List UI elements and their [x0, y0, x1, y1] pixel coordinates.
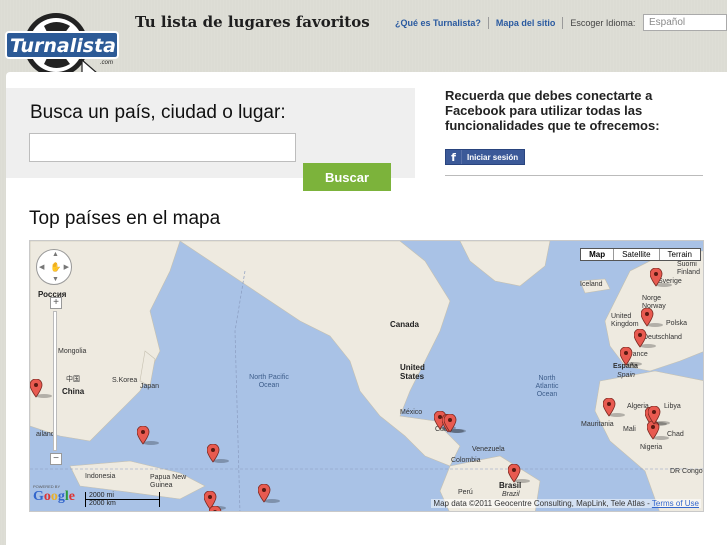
- label-chad: Chad: [667, 431, 684, 438]
- google-logo[interactable]: Google: [33, 489, 75, 505]
- label-brazil: Brazil: [502, 491, 520, 498]
- pan-down-icon: ▼: [52, 276, 59, 283]
- site-map-link[interactable]: Mapa del sitio: [496, 18, 556, 28]
- logo-text: Turnalista: [10, 35, 116, 57]
- zoom-slider[interactable]: [53, 311, 57, 451]
- label-iceland: Iceland: [580, 281, 603, 288]
- top-countries-title: Top países en el mapa: [29, 208, 221, 229]
- map-marker[interactable]: [507, 463, 530, 483]
- turnalista-logo[interactable]: Turnalista .com: [4, 8, 124, 83]
- pan-left-icon: ◀: [39, 264, 45, 271]
- map-marker[interactable]: [633, 328, 656, 348]
- what-is-link[interactable]: ¿Qué es Turnalista?: [395, 18, 481, 28]
- map-marker[interactable]: [640, 307, 663, 327]
- language-label: Escoger Idioma:: [570, 18, 636, 28]
- facebook-login-button[interactable]: f Iniciar sesión: [445, 149, 525, 165]
- facebook-divider: [445, 175, 703, 176]
- nav-divider: [487, 17, 489, 29]
- tagline: Tu lista de lugares favoritos: [135, 13, 370, 31]
- language-select[interactable]: Español: [643, 14, 727, 31]
- map-marker[interactable]: [30, 378, 52, 398]
- scale-kilometers: 2000 km: [85, 500, 160, 507]
- search-button[interactable]: Buscar: [303, 163, 391, 191]
- label-suomi: Suomi Finland: [677, 261, 700, 276]
- map-marker[interactable]: [136, 425, 159, 445]
- label-s-korea: S.Korea: [112, 377, 138, 384]
- pan-control[interactable]: ▲ ▼ ◀ ▶ ✋: [36, 249, 72, 285]
- map-marker[interactable]: [602, 397, 625, 417]
- world-map[interactable]: Canada United States México Cuba China 中…: [29, 240, 704, 512]
- label-mongolia: Mongolia: [58, 348, 87, 355]
- pan-right-icon: ▶: [63, 264, 69, 271]
- map-marker[interactable]: [443, 413, 466, 433]
- label-mauritania: Mauritania: [581, 421, 614, 428]
- label-peru: Perú: [458, 489, 473, 496]
- terms-of-use-link[interactable]: Terms of Use: [652, 499, 699, 508]
- logo-suffix: .com: [100, 60, 114, 66]
- map-marker[interactable]: [619, 346, 642, 366]
- label-united-states: United States: [400, 363, 425, 381]
- label-canada: Canada: [390, 320, 419, 329]
- map-marker[interactable]: [647, 405, 670, 425]
- zoom-in-button[interactable]: +: [50, 297, 62, 309]
- label-papua: Papua New Guinea: [150, 474, 187, 489]
- label-north-pacific: North Pacific Ocean: [249, 374, 289, 389]
- label-venezuela: Venezuela: [472, 446, 505, 453]
- search-title: Busca un país, ciudad o lugar:: [30, 102, 286, 123]
- zoom-control: + −: [50, 297, 62, 467]
- facebook-icon: f: [446, 150, 462, 164]
- top-navigation: ¿Qué es Turnalista? Mapa del sitio Escog…: [395, 17, 635, 29]
- map-marker[interactable]: [206, 443, 229, 463]
- zoom-out-button[interactable]: −: [50, 453, 62, 465]
- label-mali: Mali: [623, 426, 636, 433]
- map-type-terrain[interactable]: Terrain: [658, 249, 700, 260]
- label-china: China: [62, 387, 85, 396]
- pan-up-icon: ▲: [52, 251, 59, 258]
- map-type-satellite[interactable]: Satellite: [613, 249, 658, 260]
- map-type-control: Map Satellite Terrain: [580, 248, 701, 261]
- map-attribution: Map data ©2011 Geocentre Consulting, Map…: [431, 499, 701, 508]
- label-spain: Spain: [617, 372, 635, 379]
- map-navigation-control: ▲ ▼ ◀ ▶ ✋: [36, 249, 72, 285]
- label-china-native: 中国: [66, 376, 80, 383]
- attribution-text: Map data ©2011 Geocentre Consulting, Map…: [433, 499, 650, 508]
- label-north-atlantic: North Atlantic Ocean: [535, 375, 559, 398]
- hand-icon: ✋: [50, 262, 62, 272]
- nav-divider: [562, 17, 564, 29]
- map-scale: 2000 mi 2000 km: [85, 492, 160, 507]
- facebook-login-label: Iniciar sesión: [467, 152, 519, 162]
- map-marker[interactable]: [257, 483, 280, 503]
- label-japan: Japan: [140, 383, 160, 390]
- label-mexico: México: [400, 409, 423, 416]
- map-marker[interactable]: [208, 505, 222, 511]
- label-dr-congo: DR Congo: [670, 468, 703, 475]
- scale-miles: 2000 mi: [85, 492, 160, 500]
- label-united-kingdom: United Kingdom: [611, 313, 639, 328]
- label-indonesia: Indonesia: [85, 473, 116, 480]
- search-input[interactable]: [29, 133, 296, 162]
- facebook-message: Recuerda que debes conectarte a Facebook…: [445, 88, 660, 133]
- label-colombia: Colombia: [451, 457, 481, 464]
- map-type-map[interactable]: Map: [581, 249, 613, 260]
- label-nigeria: Nigeria: [640, 444, 663, 451]
- map-marker[interactable]: [649, 267, 672, 287]
- label-polska: Polska: [666, 320, 688, 327]
